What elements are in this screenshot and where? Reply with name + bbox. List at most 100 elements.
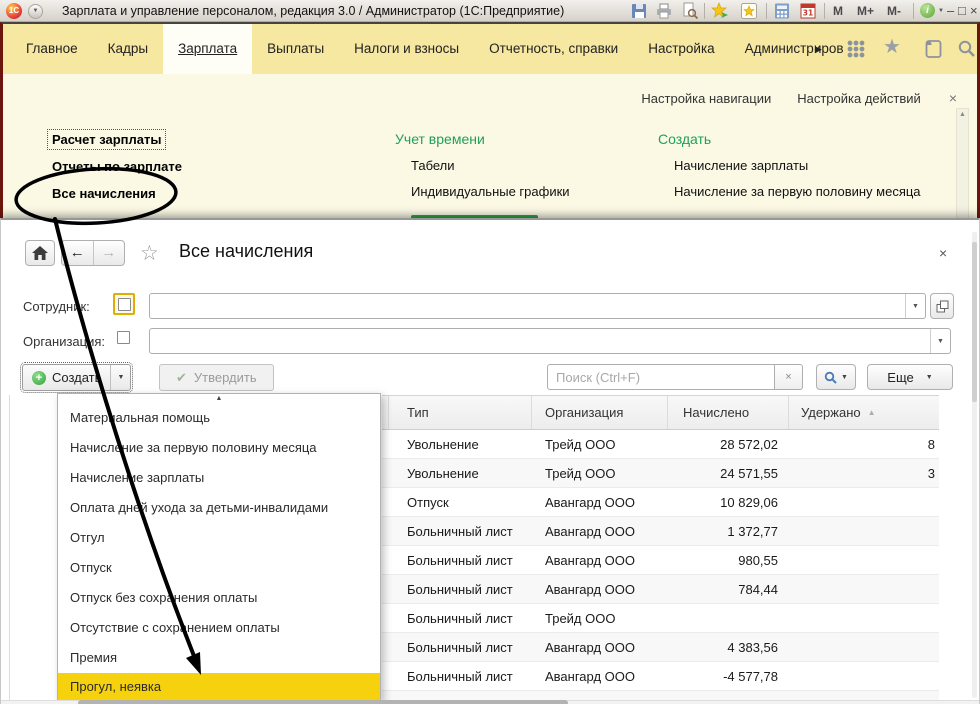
maximize-button[interactable]: □ [958, 3, 966, 18]
favorite-star-outline-icon[interactable]: ☆ [140, 241, 159, 266]
create-menu-item[interactable]: Материальная помощь [58, 403, 380, 433]
create-menu-item[interactable]: Отпуск [58, 553, 380, 583]
search-input[interactable] [547, 364, 775, 390]
back-button[interactable]: ← [62, 241, 94, 265]
calendar-icon[interactable]: 31 [799, 2, 817, 20]
table-cell: 784,44 [668, 575, 789, 603]
favorites-list-icon[interactable] [740, 2, 758, 20]
create-menu-item[interactable]: Начисление за первую половину месяца [58, 433, 380, 463]
window-vscrollbar-thumb[interactable] [972, 242, 977, 402]
approve-button[interactable]: ✔ Утвердить [159, 364, 274, 391]
table-row[interactable]: Больничный листАвангард ООО1 372,77 [382, 517, 939, 546]
tab-kadry[interactable]: Кадры [93, 24, 163, 74]
close-app-button[interactable]: × [970, 3, 978, 18]
employee-filter-input[interactable] [150, 294, 905, 318]
calculator-icon[interactable] [773, 2, 791, 20]
panel-action-actions-settings[interactable]: Настройка действий [797, 91, 921, 106]
table-cell: 8 [789, 430, 939, 458]
all-functions-grid-icon[interactable] [845, 38, 867, 65]
table-row[interactable]: Больничный листАвангард ООО980,55 [382, 546, 939, 575]
global-search-icon[interactable] [956, 38, 978, 65]
table-row[interactable]: Больничный листТрейд ООО [382, 604, 939, 633]
print-preview-icon[interactable] [681, 2, 699, 20]
employee-filter-checkbox[interactable] [113, 293, 135, 315]
history-scroll-icon[interactable] [922, 38, 944, 65]
table-header-cell[interactable]: Начислено [668, 396, 789, 429]
memory-recall-button[interactable]: M [833, 4, 843, 18]
section-item-link[interactable]: Табели [411, 158, 570, 173]
tab-nastroyka[interactable]: Настройка [633, 24, 729, 74]
section-header: Учет времени [395, 131, 570, 147]
employee-open-button[interactable] [930, 293, 954, 319]
table-cell: -4 577,78 [668, 662, 789, 690]
menu-scroll-up-icon[interactable]: ▲ [58, 394, 380, 403]
table-header-cell[interactable]: Организация [532, 396, 668, 429]
search-clear-button[interactable]: × [775, 364, 803, 390]
table-row[interactable]: ОтпускАвангард ООО10 829,06 [382, 488, 939, 517]
section-item-link[interactable]: Начисление зарплаты [674, 158, 921, 173]
favorites-star-icon[interactable]: ★ [883, 36, 901, 58]
panel-action-nav-settings[interactable]: Настройка навигации [641, 91, 771, 106]
add-favorite-icon[interactable] [711, 2, 729, 20]
memory-minus-button[interactable]: M- [887, 4, 901, 18]
panel-close-button[interactable]: × [949, 90, 957, 106]
employee-dropdown-icon[interactable]: ▼ [905, 294, 925, 318]
organization-filter-checkbox[interactable] [117, 331, 130, 344]
table-header-cell[interactable]: Удержано▲ [789, 396, 939, 429]
panel-link-raschet-zarplaty[interactable]: Расчет зарплаты [48, 130, 165, 149]
create-menu-item[interactable]: Отгул [58, 523, 380, 553]
create-button[interactable]: + Создать ▼ [22, 364, 131, 391]
info-dropdown-icon[interactable]: ▼ [938, 8, 944, 14]
panel-link-vse-nachisleniya[interactable]: Все начисления [48, 184, 160, 203]
table-cell: Авангард ООО [532, 575, 668, 603]
table-row[interactable]: УвольнениеТрейд ООО24 571,553 [382, 459, 939, 488]
table-hscrollbar-thumb[interactable] [78, 700, 568, 704]
table-cell: Больничный лист [389, 662, 532, 690]
organization-dropdown-icon[interactable]: ▼ [930, 329, 950, 353]
table-header-cell[interactable]: Тип [389, 396, 532, 429]
tab-glavnoe[interactable]: Главное [11, 24, 93, 74]
create-button-main[interactable]: + Создать [23, 365, 110, 390]
tabs-overflow-icon[interactable]: ▶ [815, 44, 822, 55]
section-item-link[interactable]: Начисление за первую половину месяца [674, 184, 921, 199]
forward-button[interactable]: → [94, 241, 125, 265]
create-menu-item[interactable]: Начисление зарплаты [58, 463, 380, 493]
create-menu-item[interactable]: Прогул, неявка [58, 673, 380, 700]
table-row[interactable]: Больничный листАвангард ООО4 383,56 [382, 633, 939, 662]
table-cell [789, 604, 939, 632]
panel-vscrollbar[interactable]: ▲ [956, 108, 969, 220]
tab-nalogi-i-vznosy[interactable]: Налоги и взносы [339, 24, 474, 74]
panel-scroll-up-icon[interactable]: ▲ [957, 109, 968, 121]
toolbar-separator [704, 3, 705, 19]
table-cell [789, 517, 939, 545]
table-row[interactable]: УвольнениеТрейд ООО28 572,028 [382, 430, 939, 459]
tab-zarplata[interactable]: Зарплата [163, 24, 252, 74]
memory-plus-button[interactable]: M+ [857, 4, 874, 18]
table-cell [789, 488, 939, 516]
print-icon[interactable] [655, 2, 673, 20]
table-row[interactable]: Больничный листАвангард ООО-4 577,78 [382, 662, 939, 691]
save-icon[interactable] [630, 2, 648, 20]
info-icon[interactable]: i [920, 3, 935, 18]
create-menu-item[interactable]: Отпуск без сохранения оплаты [58, 583, 380, 613]
tab-administrirovanie[interactable]: Администриров [730, 24, 859, 74]
organization-filter-input[interactable] [150, 329, 930, 353]
search-options-dropdown-icon: ▼ [841, 374, 848, 381]
panel-link-otchety-po-zarplate[interactable]: Отчеты по зарплате [48, 157, 186, 176]
table-cell: 980,55 [668, 546, 789, 574]
tab-otchetnost-spravki[interactable]: Отчетность, справки [474, 24, 633, 74]
create-menu-item[interactable]: Премия [58, 643, 380, 673]
minimize-button[interactable]: – [947, 3, 954, 18]
search-options-button[interactable]: ▼ [816, 364, 856, 390]
table-row[interactable]: Больничный листАвангард ООО784,44 [382, 575, 939, 604]
table-cell: 4 383,56 [668, 633, 789, 661]
create-dropdown-icon[interactable]: ▼ [110, 365, 130, 390]
window-menu-button[interactable]: ▼ [28, 4, 43, 19]
home-button[interactable] [25, 240, 55, 266]
create-menu-item[interactable]: Оплата дней ухода за детьми-инвалидами [58, 493, 380, 523]
more-button[interactable]: Еще ▼ [867, 364, 953, 390]
tab-vyplaty[interactable]: Выплаты [252, 24, 339, 74]
create-menu-item[interactable]: Отсутствие с сохранением оплаты [58, 613, 380, 643]
section-item-link[interactable]: Индивидуальные графики [411, 184, 570, 199]
close-window-button[interactable]: × [939, 245, 947, 261]
